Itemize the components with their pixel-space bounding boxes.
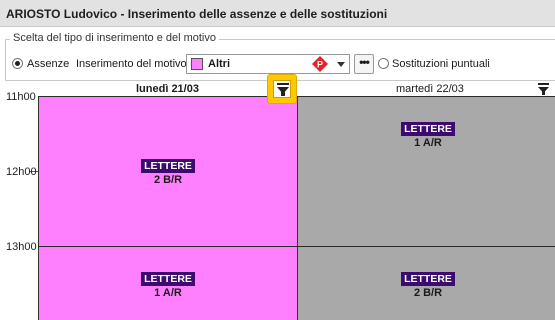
day-header-monday: lunedì 21/03 <box>136 83 199 95</box>
window-titlebar: ARIOSTO Ludovico - Inserimento delle ass… <box>0 0 555 27</box>
more-options-button[interactable]: ••• <box>354 54 374 74</box>
group-legend: Scelta del tipo di inserimento e del mot… <box>10 32 219 44</box>
absences-label[interactable]: Assenze <box>27 58 69 70</box>
day-header-tuesday: martedì 22/03 <box>396 83 464 95</box>
download-arrow-icon[interactable] <box>537 83 550 95</box>
lesson-subject: LETTERE <box>401 272 455 286</box>
hour-label-11: 11h00 <box>6 91 36 103</box>
lesson-subject: LETTERE <box>401 122 455 136</box>
reason-value: Altri <box>208 58 230 70</box>
reason-label: Inserimento del motivo <box>76 58 187 70</box>
hour-label-12: 12h00 <box>6 166 37 178</box>
lesson-class: 2 B/R <box>153 174 183 186</box>
reason-select[interactable]: Altri P <box>186 54 350 74</box>
lesson-class: 2 B/R <box>413 287 443 299</box>
chevron-down-icon[interactable] <box>337 62 345 67</box>
window-title: ARIOSTO Ludovico - Inserimento delle ass… <box>6 7 388 21</box>
lesson-class: 1 A/R <box>414 137 442 149</box>
lesson-block[interactable]: LETTERE 1 A/R <box>128 272 208 299</box>
p-diamond-icon: P <box>312 56 328 72</box>
lesson-block[interactable]: LETTERE 2 B/R <box>388 272 468 299</box>
svg-text:P: P <box>317 60 323 70</box>
collapse-button-face <box>273 80 291 98</box>
lesson-subject: LETTERE <box>141 272 195 286</box>
lesson-subject: LETTERE <box>141 159 195 173</box>
lesson-class: 1 A/R <box>154 287 182 299</box>
lesson-block[interactable]: LETTERE 1 A/R <box>388 122 468 149</box>
substitutions-radio[interactable] <box>378 58 389 69</box>
substitutions-label[interactable]: Sostituzioni puntuali <box>392 58 490 70</box>
reason-color-swatch <box>191 58 203 70</box>
hour-line-13 <box>38 246 555 247</box>
download-arrow-icon <box>277 83 289 96</box>
absences-radio[interactable] <box>12 58 23 69</box>
lesson-block[interactable]: LETTERE 2 B/R <box>128 159 208 186</box>
hour-label-13: 13h00 <box>6 241 37 253</box>
collapse-column-button[interactable] <box>267 74 297 104</box>
